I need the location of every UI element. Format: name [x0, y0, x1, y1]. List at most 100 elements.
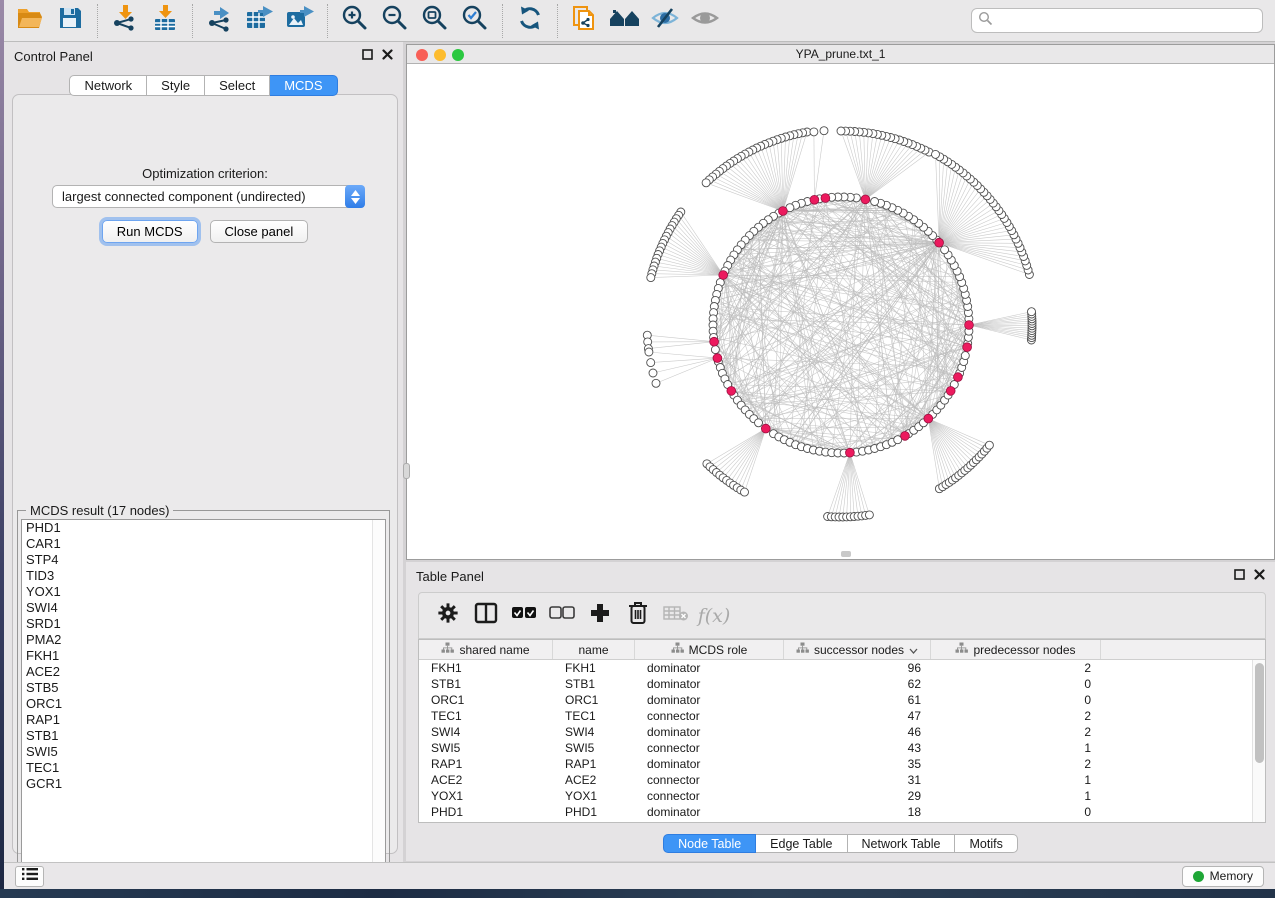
- table-settings-button[interactable]: [429, 597, 467, 635]
- result-node[interactable]: ORC1: [22, 696, 385, 712]
- canvas-hscroll-thumb[interactable]: [841, 551, 851, 557]
- show-columns-button[interactable]: [467, 597, 505, 635]
- table-scrollbar-thumb[interactable]: [1255, 663, 1264, 763]
- zoom-out-button[interactable]: [375, 3, 415, 39]
- splitter-handle[interactable]: [403, 463, 410, 479]
- result-node[interactable]: TID3: [22, 568, 385, 584]
- refresh-layout-button[interactable]: [510, 3, 550, 39]
- result-node[interactable]: RAP1: [22, 712, 385, 728]
- close-panel-button[interactable]: [1254, 567, 1265, 585]
- table-cell: 61: [784, 693, 931, 707]
- clone-network-button[interactable]: [565, 3, 605, 39]
- table-row[interactable]: RAP1RAP1dominator352: [419, 756, 1252, 772]
- zoom-selected-button[interactable]: [455, 3, 495, 39]
- result-node[interactable]: ACE2: [22, 664, 385, 680]
- column-header-predecessor-nodes[interactable]: predecessor nodes: [931, 640, 1101, 659]
- import-network-icon: [111, 4, 139, 37]
- export-table-button[interactable]: [240, 3, 280, 39]
- table-row[interactable]: PHD1PHD1dominator180: [419, 804, 1252, 820]
- select-all-button[interactable]: [505, 597, 543, 635]
- network-canvas[interactable]: [407, 65, 1274, 559]
- deselect-all-button[interactable]: [543, 597, 581, 635]
- close-panel-button[interactable]: [382, 47, 393, 65]
- import-table-icon: [151, 4, 179, 37]
- column-header-successor-nodes[interactable]: successor nodes: [784, 640, 931, 659]
- maximize-window-button[interactable]: [452, 49, 464, 61]
- delete-column-button[interactable]: [619, 597, 657, 635]
- column-header-shared-name[interactable]: shared name: [419, 640, 553, 659]
- application-window: Control Panel NetworkStyleSelectMCDS Opt…: [0, 0, 1275, 898]
- table-row[interactable]: FKH1FKH1dominator962: [419, 660, 1252, 676]
- float-panel-button[interactable]: [362, 47, 373, 65]
- table-scrollbar[interactable]: [1252, 660, 1265, 822]
- float-panel-button[interactable]: [1234, 567, 1245, 585]
- tab-node-table[interactable]: Node Table: [663, 834, 756, 853]
- first-neighbors-button[interactable]: [605, 3, 645, 39]
- criterion-dropdown[interactable]: largest connected component (undirected): [52, 185, 365, 208]
- column-header-name[interactable]: name: [553, 640, 635, 659]
- minimize-window-button[interactable]: [434, 49, 446, 61]
- search-input[interactable]: [993, 14, 1256, 28]
- result-node[interactable]: CAR1: [22, 536, 385, 552]
- tab-mcds[interactable]: MCDS: [270, 75, 337, 96]
- close-window-button[interactable]: [416, 49, 428, 61]
- export-network-button[interactable]: [200, 3, 240, 39]
- delete-table-button[interactable]: [657, 597, 695, 635]
- tab-edge-table[interactable]: Edge Table: [756, 834, 847, 853]
- open-file-button[interactable]: [10, 3, 50, 39]
- result-node[interactable]: TEC1: [22, 760, 385, 776]
- table-cell: YOX1: [553, 789, 635, 803]
- add-column-button[interactable]: [581, 597, 619, 635]
- column-header-MCDS-role[interactable]: MCDS role: [635, 640, 784, 659]
- network-window-titlebar[interactable]: YPA_prune.txt_1: [407, 45, 1274, 64]
- result-node[interactable]: SWI4: [22, 600, 385, 616]
- result-node[interactable]: STB1: [22, 728, 385, 744]
- table-row[interactable]: ACE2ACE2connector311: [419, 772, 1252, 788]
- table-row[interactable]: SWI4SWI4dominator462: [419, 724, 1252, 740]
- save-button[interactable]: [50, 3, 90, 39]
- result-node[interactable]: SRD1: [22, 616, 385, 632]
- zoom-in-button[interactable]: [335, 3, 375, 39]
- result-node[interactable]: SWI5: [22, 744, 385, 760]
- result-node[interactable]: YOX1: [22, 584, 385, 600]
- memory-label: Memory: [1210, 869, 1253, 883]
- result-node[interactable]: STB5: [22, 680, 385, 696]
- close-panel-button-mcds[interactable]: Close panel: [210, 220, 309, 243]
- search-box[interactable]: [971, 8, 1263, 33]
- result-list-scrollbar[interactable]: [372, 520, 385, 876]
- result-node[interactable]: GCR1: [22, 776, 385, 792]
- import-network-button[interactable]: [105, 3, 145, 39]
- show-all-button[interactable]: [685, 3, 725, 39]
- memory-status-icon: [1193, 871, 1204, 882]
- import-table-button[interactable]: [145, 3, 185, 39]
- table-row[interactable]: YOX1YOX1connector291: [419, 788, 1252, 804]
- tab-style[interactable]: Style: [147, 75, 205, 96]
- table-row[interactable]: ORC1ORC1dominator610: [419, 692, 1252, 708]
- tab-network-table[interactable]: Network Table: [848, 834, 956, 853]
- tab-network[interactable]: Network: [69, 75, 147, 96]
- export-table-icon: [245, 4, 275, 37]
- function-builder-button[interactable]: f(x): [695, 597, 733, 635]
- table-cell: dominator: [635, 805, 784, 819]
- table-cell: 96: [784, 661, 931, 675]
- table-row[interactable]: STB1STB1dominator620: [419, 676, 1252, 692]
- result-node[interactable]: FKH1: [22, 648, 385, 664]
- mcds-result-list[interactable]: PHD1CAR1STP4TID3YOX1SWI4SRD1PMA2FKH1ACE2…: [21, 519, 386, 877]
- result-node[interactable]: PMA2: [22, 632, 385, 648]
- zoom-fit-button[interactable]: [415, 3, 455, 39]
- tab-select[interactable]: Select: [205, 75, 270, 96]
- run-mcds-button[interactable]: Run MCDS: [102, 220, 198, 243]
- hide-selected-button[interactable]: [645, 3, 685, 39]
- table-cell: connector: [635, 773, 784, 787]
- table-row[interactable]: TEC1TEC1connector472: [419, 708, 1252, 724]
- result-node[interactable]: STP4: [22, 552, 385, 568]
- tab-motifs[interactable]: Motifs: [955, 834, 1017, 853]
- network-graph[interactable]: [407, 65, 1274, 560]
- table-row[interactable]: SWI5SWI5connector431: [419, 740, 1252, 756]
- node-table[interactable]: shared namenameMCDS rolesuccessor nodesp…: [418, 639, 1266, 823]
- show-panels-button[interactable]: [15, 866, 44, 887]
- table-cell: YOX1: [419, 789, 553, 803]
- export-image-button[interactable]: [280, 3, 320, 39]
- memory-button[interactable]: Memory: [1182, 866, 1264, 887]
- result-node[interactable]: PHD1: [22, 520, 385, 536]
